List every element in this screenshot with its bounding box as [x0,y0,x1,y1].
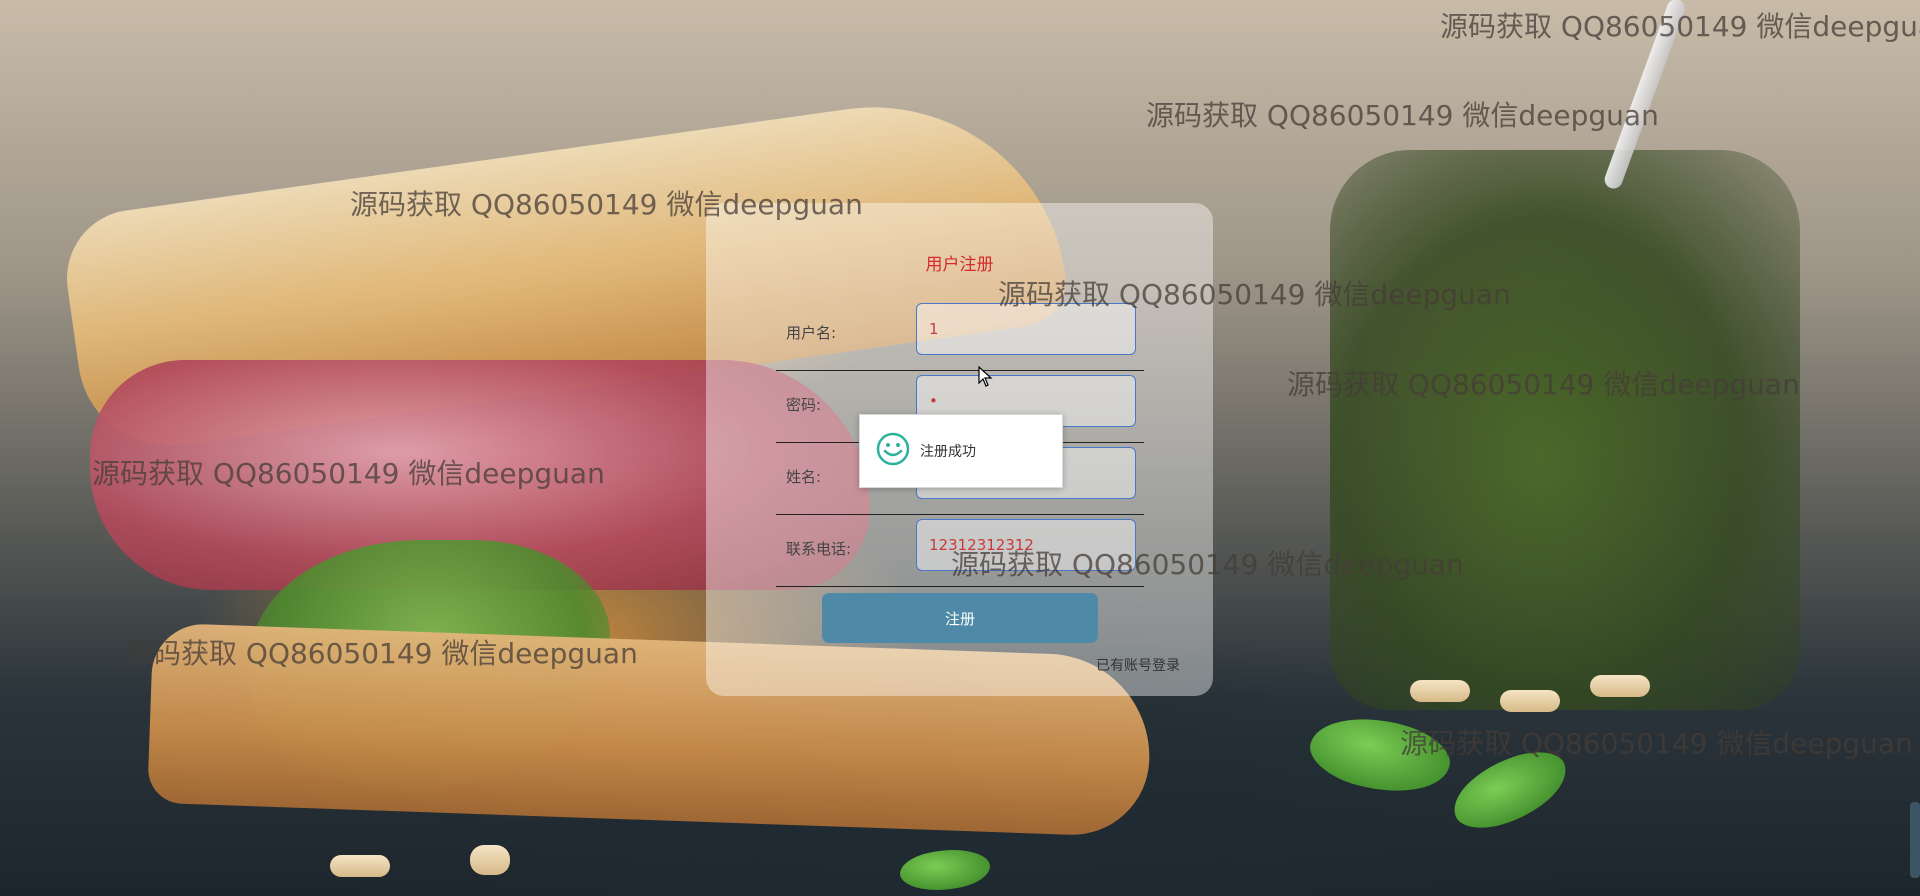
watermark-text: 源码获取 QQ86050149 微信deepguan [1146,99,1659,132]
watermark-text: 源码获取 QQ86050149 微信deepguan [125,637,638,670]
watermark-text: 源码获取 QQ86050149 微信deepguan [350,188,863,221]
register-button[interactable]: 注册 [822,593,1098,643]
name-label: 姓名: [786,468,822,486]
watermark-text: 源码获取 QQ86050149 微信deepguan [951,548,1464,581]
smile-icon [875,431,911,471]
mouse-cursor-icon [978,365,994,392]
watermark-text: 源码获取 QQ86050149 微信deepguan [92,457,605,490]
password-label: 密码: [786,396,822,414]
toast-message: 注册成功 [920,444,976,460]
pine-nut-shape [330,855,390,877]
form-title: 用户注册 [925,255,994,275]
side-scroll-indicator[interactable] [1910,802,1920,878]
pesto-jar-shape [1330,150,1800,710]
phone-label: 联系电话: [786,540,852,558]
watermark-text: 源码获取 QQ86050149 微信deepguan [1440,10,1920,43]
success-toast: 注册成功 [859,414,1063,488]
leaf-shape [900,850,990,890]
username-label: 用户名: [786,324,837,342]
login-link[interactable]: 已有账号登录 [1096,655,1180,675]
pine-nut-shape [1410,680,1470,702]
watermark-text: 源码获取 QQ86050149 微信deepguan [998,278,1511,311]
watermark-text: 源码获取 QQ86050149 微信deepguan [1400,727,1913,760]
pine-nut-shape [1500,690,1560,712]
pine-nut-shape [470,845,510,875]
pine-nut-shape [1590,675,1650,697]
watermark-text: 源码获取 QQ86050149 微信deepguan [1287,368,1800,401]
